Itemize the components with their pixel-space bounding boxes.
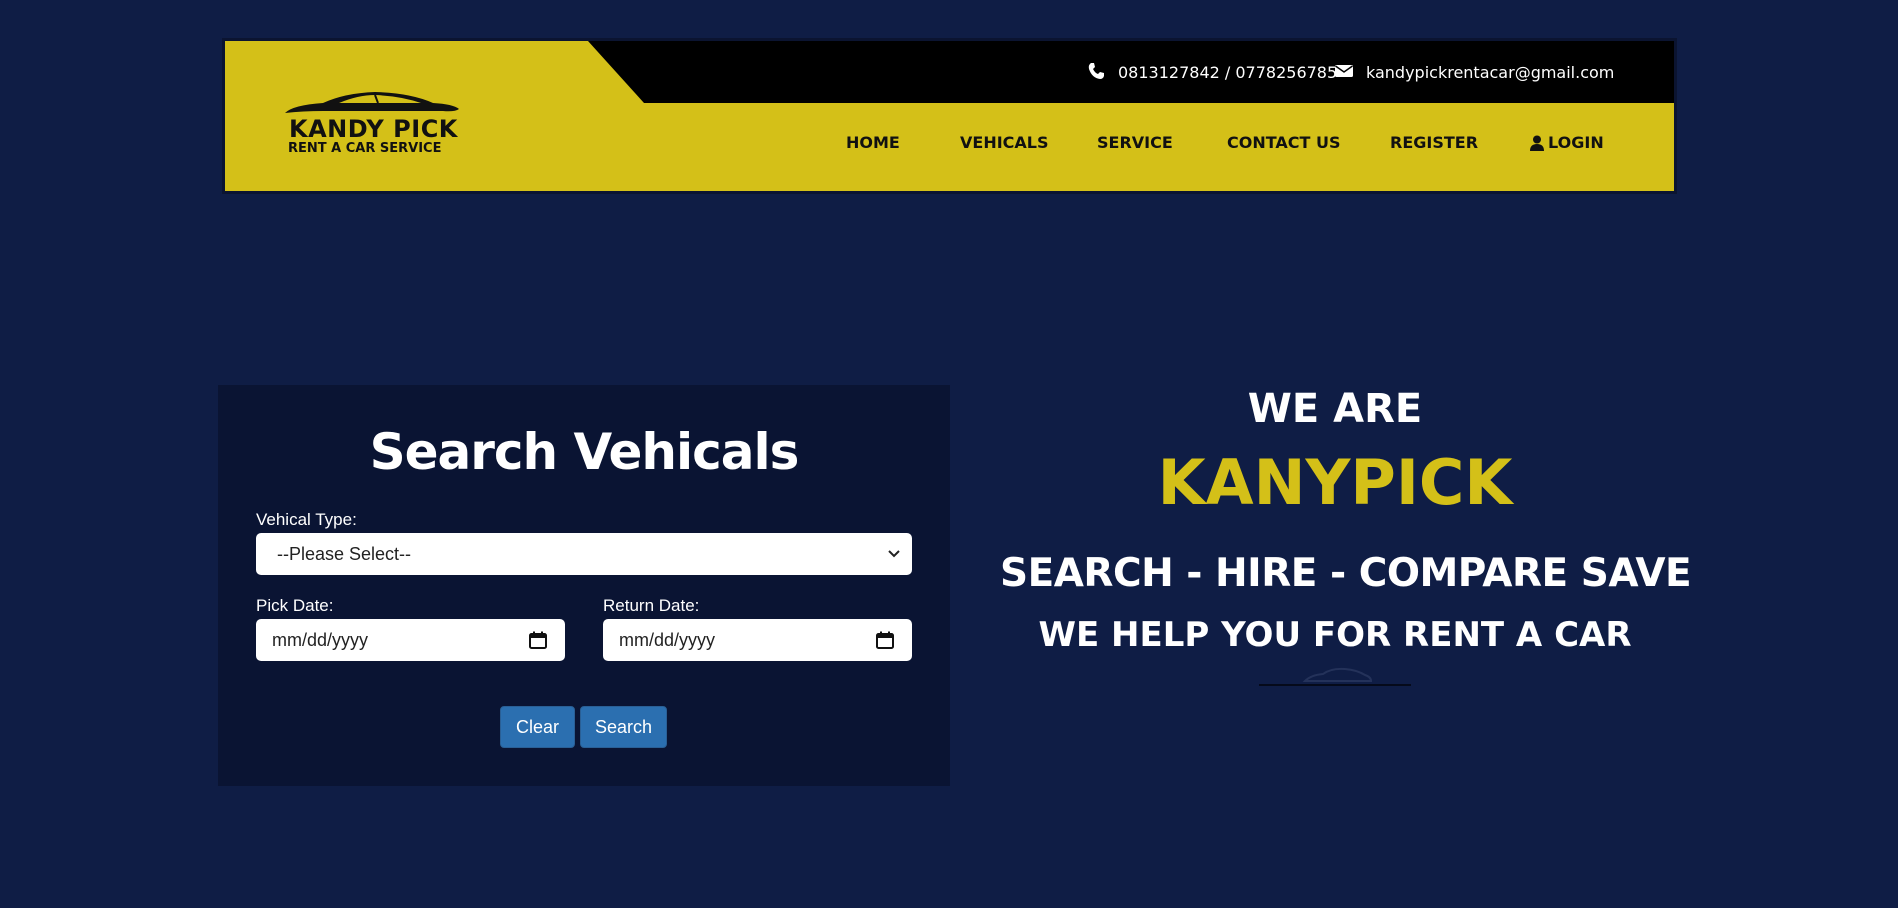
chevron-down-icon — [888, 550, 900, 558]
nav-contact-us[interactable]: CONTACT US — [1227, 133, 1341, 152]
nav-service[interactable]: SERVICE — [1097, 133, 1173, 152]
vehical-type-select[interactable]: --Please Select-- — [256, 533, 912, 575]
hero-tagline: SEARCH - HIRE - COMPARE SAVE — [1000, 551, 1692, 596]
brand-title: KANDY PICK — [289, 115, 458, 143]
email-address[interactable]: kandypickrentacar@gmail.com — [1366, 63, 1614, 82]
user-icon — [1530, 135, 1544, 151]
brand-logo[interactable]: KANDY PICK RENT A CAR SERVICE — [283, 89, 463, 159]
pick-date-value: mm/dd/yyyy — [272, 629, 369, 650]
hero-brand: KANYPICK — [1157, 446, 1513, 519]
calendar-icon[interactable] — [876, 631, 894, 649]
return-date-input[interactable]: mm/dd/yyyy — [603, 619, 912, 661]
vehical-type-label: Vehical Type: — [256, 510, 357, 529]
brand-subtitle: RENT A CAR SERVICE — [288, 141, 442, 156]
search-button[interactable]: Search — [580, 706, 667, 748]
nav-home[interactable]: HOME — [846, 133, 900, 152]
nav-vehicals[interactable]: VEHICALS — [960, 133, 1049, 152]
search-vehicals-panel: Search Vehicals Vehical Type: --Please S… — [218, 385, 950, 786]
hero-subtitle: WE HELP YOU FOR RENT A CAR — [1038, 615, 1632, 655]
phone-contact: 0813127842 / 0778256785 — [1086, 41, 1337, 103]
phone-number: 0813127842 / 0778256785 — [1118, 62, 1338, 82]
panel-title: Search Vehicals — [369, 423, 800, 481]
vehical-type-value: --Please Select-- — [277, 543, 412, 564]
clear-button[interactable]: Clear — [500, 706, 575, 748]
site-header: 0813127842 / 0778256785 kandypickrentaca… — [222, 38, 1677, 194]
email-contact: kandypickrentacar@gmail.com — [1334, 41, 1614, 103]
return-date-value: mm/dd/yyyy — [619, 629, 716, 650]
header-bar: 0813127842 / 0778256785 kandypickrentaca… — [225, 41, 1674, 191]
calendar-icon[interactable] — [529, 631, 547, 649]
hero-intro: WE ARE — [1247, 386, 1423, 432]
nav-login-label: LOGIN — [1548, 133, 1604, 152]
nav-login[interactable]: LOGIN — [1530, 133, 1604, 152]
car-divider-icon — [1259, 667, 1411, 686]
return-date-label: Return Date: — [603, 596, 700, 615]
pick-date-input[interactable]: mm/dd/yyyy — [256, 619, 565, 661]
nav-register[interactable]: REGISTER — [1390, 133, 1478, 152]
pick-date-label: Pick Date: — [256, 596, 334, 615]
phone-icon — [1086, 61, 1108, 83]
envelope-icon — [1334, 61, 1356, 83]
